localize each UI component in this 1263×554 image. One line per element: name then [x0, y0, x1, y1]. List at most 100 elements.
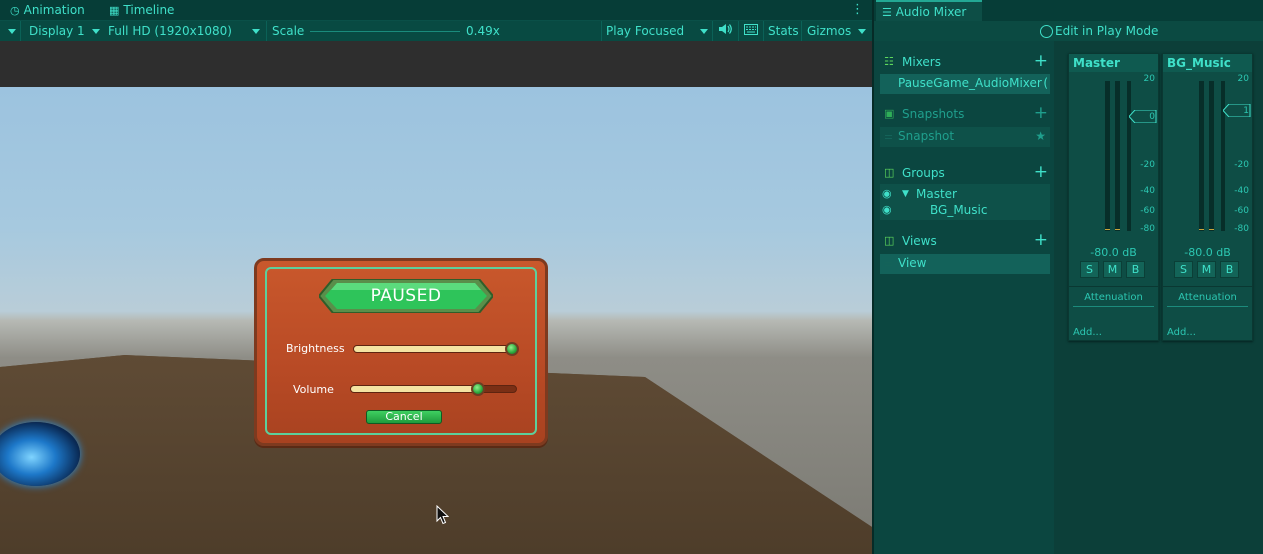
volume-fader-track[interactable] — [1127, 81, 1131, 231]
mixer-strips-area: Master 20 0 -20 -40 -60 -80 -80.0 dB S M — [1054, 41, 1263, 554]
channel-strip-master: Master 20 0 -20 -40 -60 -80 -80.0 dB S M — [1068, 53, 1159, 341]
drag-handle-icon[interactable] — [885, 135, 892, 136]
strip-name: BG_Music — [1167, 56, 1231, 70]
view-item-label: View — [898, 256, 927, 270]
brightness-label: Brightness — [286, 342, 345, 355]
eye-icon[interactable]: ◉ — [882, 201, 892, 219]
play-mode-caret-icon[interactable] — [700, 21, 708, 41]
kebab-menu-icon[interactable]: ⋮ — [851, 2, 864, 17]
strip-divider — [1069, 286, 1158, 287]
mute-button[interactable]: M — [1197, 261, 1216, 278]
tab-animation[interactable]: ◷ Animation — [10, 0, 85, 21]
toolbar-divider — [266, 21, 267, 41]
add-effect-button[interactable]: Add... — [1073, 327, 1102, 338]
snapshots-header: ▣ Snapshots + — [874, 103, 1054, 125]
peak-marker — [1209, 229, 1214, 230]
add-group-plus-icon[interactable]: + — [1034, 162, 1048, 182]
view-item[interactable]: View — [880, 254, 1050, 274]
attenuation-effect[interactable]: Attenuation — [1163, 292, 1252, 303]
level-meter-right — [1115, 81, 1120, 231]
mixer-icon: ☷ — [884, 55, 894, 68]
toolbar-divider — [801, 21, 802, 41]
volume-slider-handle[interactable] — [471, 382, 485, 396]
db-tick: 1 — [1243, 106, 1249, 116]
toolbar-divider — [20, 21, 21, 41]
game-tab-bar: ◷ Animation ▦ Timeline ⋮ — [0, 0, 872, 21]
edit-in-play-mode-toggle[interactable]: Edit in Play Mode — [1040, 21, 1158, 41]
add-view-plus-icon[interactable]: + — [1034, 230, 1048, 250]
keyboard-icon — [744, 24, 758, 35]
db-tick: 20 — [1237, 74, 1249, 84]
snapshot-item[interactable]: Snapshot ★ — [880, 127, 1050, 147]
attenuation-effect[interactable]: Attenuation — [1069, 292, 1158, 303]
tab-audio-mixer[interactable]: ☰ Audio Mixer — [876, 0, 982, 21]
solo-button[interactable]: S — [1080, 261, 1099, 278]
display-dropdown[interactable]: Display 1 — [29, 21, 85, 41]
level-meter-left — [1199, 81, 1204, 231]
mixer-item-label: PauseGame_AudioMixer — [898, 76, 1042, 90]
strip-divider — [1163, 286, 1252, 287]
keyboard-shortcuts-button[interactable] — [744, 21, 758, 41]
resolution-caret-icon[interactable] — [252, 21, 260, 41]
db-tick: -80 — [1234, 224, 1249, 234]
game-view-dropdown[interactable] — [8, 21, 16, 41]
peak-marker — [1115, 229, 1120, 230]
views-title: Views — [902, 234, 937, 248]
brightness-slider[interactable] — [353, 342, 519, 356]
db-readout: -80.0 dB — [1090, 246, 1137, 259]
groups-header: ◫ Groups + — [874, 162, 1054, 184]
group-item-master[interactable]: ◉ ▼ Master — [882, 185, 1042, 201]
solo-button[interactable]: S — [1174, 261, 1193, 278]
group-item-bg-music[interactable]: ◉ BG_Music — [882, 201, 1042, 217]
bypass-button[interactable]: B — [1126, 261, 1145, 278]
add-mixer-plus-icon[interactable]: + — [1034, 51, 1048, 71]
play-mode-dropdown[interactable]: Play Focused — [606, 21, 684, 41]
mixer-item-paren-icon: ( — [1043, 76, 1048, 90]
add-effect-button[interactable]: Add... — [1167, 327, 1196, 338]
toolbar-divider — [601, 21, 602, 41]
mixer-sidebar: ☷ Mixers + PauseGame_AudioMixer ( ▣ Snap… — [874, 41, 1054, 554]
toolbar-divider — [763, 21, 764, 41]
gizmos-caret-icon[interactable] — [858, 21, 866, 41]
add-snapshot-plus-icon[interactable]: + — [1034, 103, 1048, 123]
drag-handle-icon[interactable] — [885, 262, 892, 263]
film-icon: ▦ — [109, 4, 120, 17]
mute-button[interactable]: M — [1103, 261, 1122, 278]
peak-marker — [1199, 229, 1204, 230]
views-icon: ◫ — [884, 234, 895, 247]
brightness-slider-fill — [354, 346, 514, 352]
bypass-button[interactable]: B — [1220, 261, 1239, 278]
db-readout: -80.0 dB — [1184, 246, 1231, 259]
mixer-toolbar: Edit in Play Mode — [874, 21, 1263, 41]
volume-slider-fill — [351, 386, 480, 392]
volume-slider[interactable] — [350, 382, 517, 396]
attenuation-divider — [1073, 306, 1154, 307]
editor-root: ◷ Animation ▦ Timeline ⋮ Display 1 Full … — [0, 0, 1263, 554]
toolbar-divider — [712, 21, 713, 41]
db-tick: -40 — [1140, 186, 1155, 196]
mixer-tab-bar: ☰ Audio Mixer — [874, 0, 1263, 21]
mixer-sliders-icon: ☰ — [882, 6, 892, 19]
scale-slider[interactable] — [310, 31, 460, 32]
audio-mute-button[interactable] — [718, 21, 732, 41]
stats-button[interactable]: Stats — [768, 21, 799, 41]
letterbox-band — [0, 41, 872, 87]
gizmos-button[interactable]: Gizmos — [807, 21, 851, 41]
db-tick: -40 — [1234, 186, 1249, 196]
tab-audio-mixer-label: Audio Mixer — [895, 5, 967, 19]
brightness-slider-handle[interactable] — [505, 342, 519, 356]
display-caret-icon[interactable] — [92, 21, 100, 41]
mixer-item[interactable]: PauseGame_AudioMixer ( — [880, 74, 1050, 94]
resolution-dropdown[interactable]: Full HD (1920x1080) — [108, 21, 232, 41]
pause-dialog: PAUSED Brightness Volume Cancel — [254, 258, 548, 446]
tab-timeline[interactable]: ▦ Timeline — [109, 0, 174, 21]
db-tick: -20 — [1140, 160, 1155, 170]
tab-animation-label: Animation — [23, 3, 85, 17]
clock-icon: ◷ — [10, 4, 20, 17]
tab-timeline-label: Timeline — [123, 3, 175, 17]
attenuation-divider — [1167, 306, 1248, 307]
cancel-button[interactable]: Cancel — [366, 410, 442, 424]
radio-icon — [1040, 24, 1053, 38]
star-icon[interactable]: ★ — [1035, 127, 1046, 145]
caret-down-icon — [8, 29, 16, 34]
